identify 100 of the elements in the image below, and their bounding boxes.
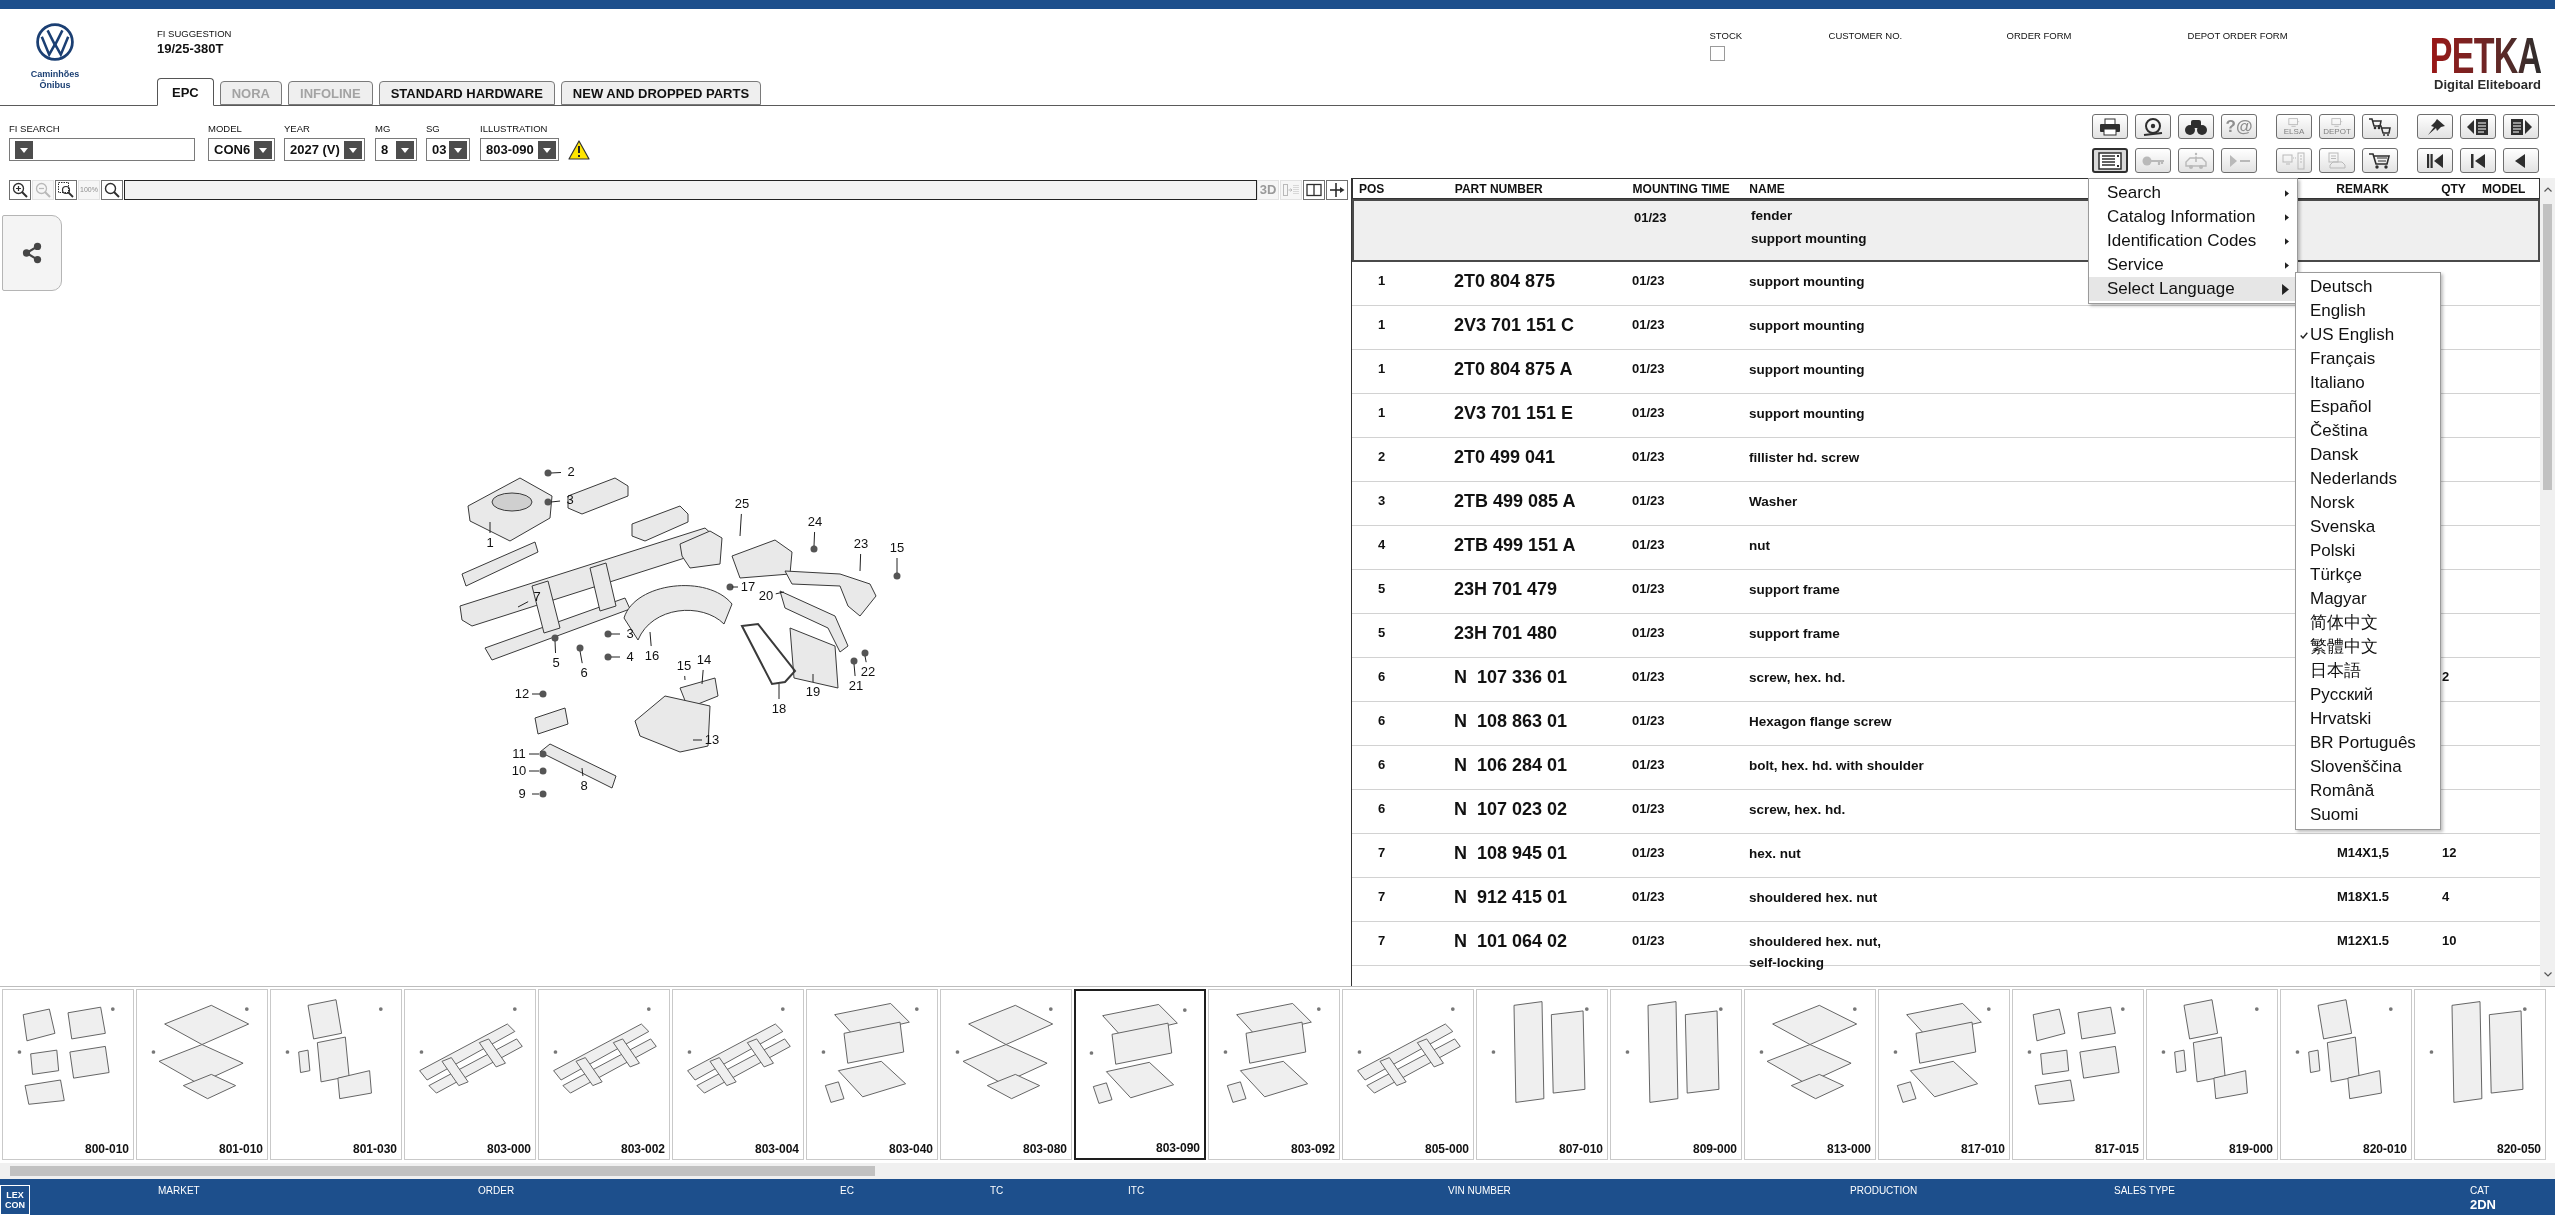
viewer-tool-button[interactable] [55, 180, 77, 200]
callout-number: 18 [771, 702, 787, 716]
status-field-label: SALES TYPE [2114, 1185, 2175, 1197]
dropdown-field[interactable] [9, 138, 195, 161]
scrollbar-thumb[interactable] [2543, 204, 2552, 490]
language-option[interactable]: 简体中文 [2296, 611, 2440, 635]
part-number-cell: 23H 701 480 [1454, 623, 1558, 644]
illustration-thumbnail[interactable]: 820-010 [2280, 989, 2412, 1160]
zoom-out-icon [35, 182, 51, 198]
illustration-thumbnail[interactable]: 803-002 [538, 989, 670, 1160]
scroll-down-icon [2543, 972, 2552, 977]
illustration-thumbnail[interactable]: 807-010 [1476, 989, 1608, 1160]
toolbar-button[interactable] [2417, 114, 2453, 139]
menu-item[interactable]: Catalog Information [2089, 205, 2297, 229]
mounting-time-cell-text: 01/23 [1634, 209, 1667, 227]
mounting-time-cell: 01/23 [1632, 361, 1665, 376]
viewer-tool-button[interactable] [1326, 180, 1348, 200]
dropdown-field[interactable]: CON6 [208, 138, 275, 161]
illustration-thumbnail[interactable]: 817-015 [2012, 989, 2144, 1160]
column-header: MODEL [2482, 181, 2526, 196]
toolbar-button[interactable] [2362, 148, 2398, 173]
toolbar-button[interactable] [2503, 114, 2539, 139]
viewer-tool-button[interactable] [1303, 180, 1325, 200]
mounting-time-cell: 01/23 [1632, 669, 1665, 684]
illustration-thumbnail[interactable]: 803-000 [404, 989, 536, 1160]
position-cell: 6 [1378, 669, 1386, 684]
car-icon [2184, 151, 2208, 170]
illustration-thumbnail[interactable]: 803-004 [672, 989, 804, 1160]
language-option[interactable]: Slovenščina [2296, 755, 2440, 779]
toolbar-button[interactable] [2092, 114, 2128, 139]
viewer-tool-button[interactable] [9, 180, 31, 200]
tab[interactable]: EPC [157, 78, 214, 106]
field-label: YEAR [284, 123, 310, 134]
language-option[interactable]: Español [2296, 395, 2440, 419]
illustration-thumbnail[interactable]: 819-000 [2146, 989, 2278, 1160]
toolbar-button[interactable] [2460, 148, 2496, 173]
language-option[interactable]: Polski [2296, 539, 2440, 563]
check-icon [2300, 331, 2308, 339]
language-option[interactable]: Dansk [2296, 443, 2440, 467]
share-button[interactable] [2, 215, 62, 291]
illustration-thumbnail[interactable]: 801-030 [270, 989, 402, 1160]
language-option[interactable]: Norsk [2296, 491, 2440, 515]
language-option[interactable]: Italiano [2296, 371, 2440, 395]
fi-suggestion-value: 19/25-380T [157, 41, 224, 56]
toolbar-button[interactable] [2135, 114, 2171, 139]
vw-logo-icon [36, 23, 74, 61]
language-option[interactable]: US English [2296, 323, 2440, 347]
toolbar-button[interactable] [2460, 114, 2496, 139]
viewer-tool-button[interactable] [101, 180, 123, 200]
toolbar-button[interactable] [2417, 148, 2453, 173]
illustration-thumbnail[interactable]: 803-080 [940, 989, 1072, 1160]
toolbar-button[interactable] [2178, 114, 2214, 139]
callout-number: 4 [626, 650, 634, 664]
language-option[interactable]: Français [2296, 347, 2440, 371]
position-cell: 1 [1378, 317, 1386, 332]
illustration-thumbnail[interactable]: 803-040 [806, 989, 938, 1160]
illustration-thumbnail[interactable]: 801-010 [136, 989, 268, 1160]
illustration-thumbnail[interactable]: 800-010 [2, 989, 134, 1160]
viewer-path-field[interactable] [124, 180, 1257, 200]
position-cell: 5 [1378, 625, 1386, 640]
toolbar-button[interactable] [2362, 114, 2398, 139]
illustration-thumbnail[interactable]: 805-000 [1342, 989, 1474, 1160]
illustration-thumbnail[interactable]: 803-090 [1074, 989, 1206, 1160]
part-number-cell: N 107 023 02 [1454, 799, 1568, 820]
language-option[interactable]: Deutsch [2296, 275, 2440, 299]
dropdown-field[interactable]: 03 [426, 138, 470, 161]
language-option[interactable]: Suomi [2296, 803, 2440, 827]
submenu-arrow-icon [2282, 283, 2289, 295]
horizontal-scrollbar[interactable] [0, 1163, 2555, 1179]
menu-item[interactable]: Select Language [2089, 277, 2297, 301]
illustration-thumbnail[interactable]: 817-010 [1878, 989, 2010, 1160]
status-field-label: TC [990, 1185, 1004, 1197]
language-option[interactable]: 繁體中文 [2296, 635, 2440, 659]
callout-number: 2 [567, 465, 575, 479]
part-name-cell-text: shouldered hex. nut [1749, 889, 1878, 907]
remark-cell: M12X1.5 [2337, 933, 2390, 948]
vertical-scrollbar[interactable] [2540, 178, 2555, 986]
mounting-time-cell: 01/23 [1632, 845, 1665, 860]
menu-item[interactable]: Service [2089, 253, 2297, 277]
menu-item[interactable]: Search [2089, 181, 2297, 205]
stock-checkbox[interactable] [1709, 46, 1725, 61]
language-option[interactable]: Magyar [2296, 587, 2440, 611]
menu-item[interactable]: Identification Codes [2089, 229, 2297, 253]
position-cell: 4 [1378, 537, 1386, 552]
illustration-thumbnail[interactable]: 813-000 [1744, 989, 1876, 1160]
tab[interactable]: NEW AND DROPPED PARTS [560, 81, 762, 105]
dropdown-field[interactable]: 2027 (V) [284, 138, 365, 161]
illustration-thumbnail[interactable]: 809-000 [1610, 989, 1742, 1160]
part-number-cell: 2T0 804 875 [1454, 271, 1556, 292]
language-option[interactable]: 日本語 [2296, 659, 2440, 683]
scrollbar-thumb[interactable] [10, 1166, 875, 1176]
tab[interactable]: STANDARD HARDWARE [378, 81, 555, 105]
illustration-thumbnail[interactable]: 820-050 [2414, 989, 2546, 1160]
dropdown-field[interactable]: 803-090 [480, 138, 559, 161]
dropdown-field[interactable]: 8 [375, 138, 417, 161]
toolbar-button[interactable] [2503, 148, 2539, 173]
monitor-tower-icon [2282, 151, 2306, 170]
illustration-thumbnail[interactable]: 803-092 [1208, 989, 1340, 1160]
language-option[interactable]: Hrvatski [2296, 707, 2440, 731]
toolbar-button[interactable] [2092, 148, 2128, 173]
